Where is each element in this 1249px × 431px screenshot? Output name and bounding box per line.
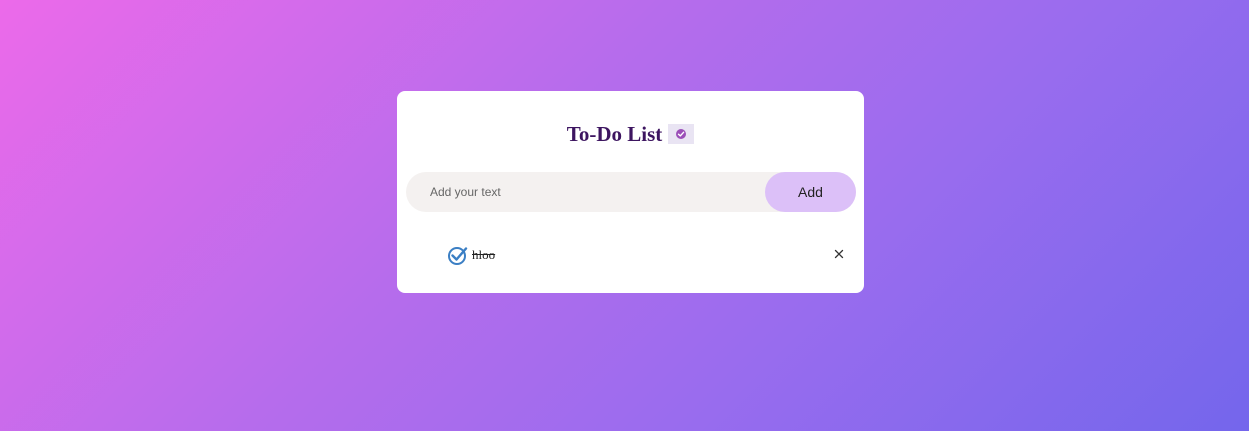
task-input-row: Add (406, 172, 856, 212)
add-button[interactable]: Add (765, 172, 856, 212)
task-input[interactable] (406, 172, 746, 212)
check-badge-icon (668, 123, 695, 144)
todo-card: To-Do List Add hloo (397, 91, 864, 293)
checked-circle-icon[interactable] (447, 244, 469, 266)
header: To-Do List (397, 122, 864, 147)
list-item[interactable]: hloo (397, 241, 864, 269)
task-text: hloo (472, 247, 496, 262)
task-list: hloo (397, 241, 864, 269)
close-icon[interactable] (832, 247, 846, 261)
app-title: To-Do List (566, 122, 663, 146)
